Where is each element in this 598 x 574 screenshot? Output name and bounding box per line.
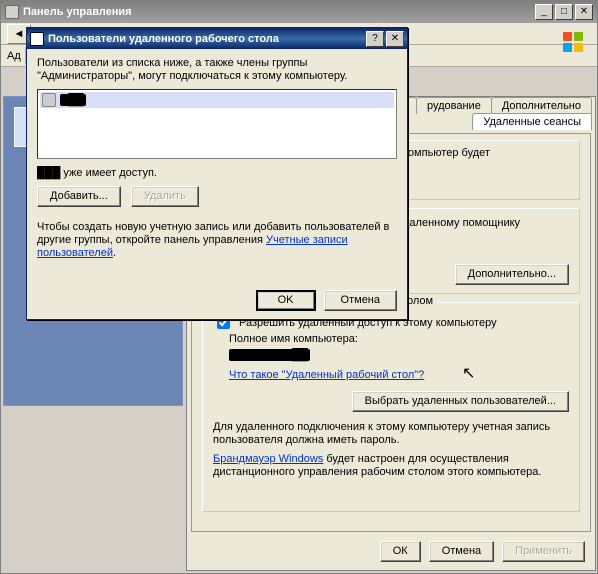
dialog-titlebar[interactable]: Пользователи удаленного рабочего стола ?… <box>27 28 407 49</box>
ok-button[interactable]: ОК <box>380 541 421 562</box>
dialog-body: Пользователи из списка ниже, а также чле… <box>27 49 407 319</box>
tab-advanced[interactable]: Дополнительно <box>491 97 592 114</box>
dialog-ok-button[interactable]: OK <box>256 290 316 311</box>
hint-text: Чтобы создать новую учетную запись или д… <box>37 221 397 260</box>
sysprop-button-row: ОК Отмена Применить <box>380 541 585 562</box>
dialog-button-row: OK Отмена <box>256 290 397 311</box>
address-label: Ад <box>7 50 21 62</box>
select-remote-users-button[interactable]: Выбрать удаленных пользователей... <box>352 391 569 412</box>
add-button[interactable]: Добавить... <box>37 186 121 207</box>
already-has-access: ███ уже имеет доступ. <box>37 167 397 180</box>
dialog-cancel-button[interactable]: Отмена <box>324 290 397 311</box>
whatis-link[interactable]: Что такое "Удаленный рабочий стол"? <box>229 369 424 381</box>
list-item[interactable]: g██ <box>40 92 394 108</box>
user-icon <box>42 93 56 107</box>
tab-hardware[interactable]: рудование <box>416 97 492 114</box>
dialog-description: Пользователи из списка ниже, а также чле… <box>37 57 397 83</box>
parent-title: Панель управления <box>23 6 533 18</box>
remove-button[interactable]: Удалить <box>131 186 199 207</box>
text-fragment: даленному помощнику <box>403 217 520 229</box>
note2: Брандмауэр Windows будет настроен для ос… <box>213 453 569 479</box>
users-listbox[interactable]: g██ <box>37 89 397 159</box>
minimize-button[interactable]: _ <box>535 4 553 20</box>
text-fragment: компьютер будет <box>403 147 490 159</box>
extra-button[interactable]: Дополнительно... <box>455 264 569 285</box>
titlebar-icon <box>5 5 19 19</box>
computer-name: gtk-3704505██ <box>229 349 310 361</box>
dialog-title: Пользователи удаленного рабочего стола <box>48 33 364 45</box>
list-item-label: g██ <box>60 94 86 106</box>
dialog-close-button[interactable]: ✕ <box>386 31 404 47</box>
hint-part-b: . <box>113 247 116 259</box>
remote-users-dialog: Пользователи удаленного рабочего стола ?… <box>26 27 408 320</box>
close-button[interactable]: ✕ <box>575 4 593 20</box>
firewall-link[interactable]: Брандмауэр Windows <box>213 453 323 465</box>
note1: Для удаленного подключения к этому компь… <box>213 421 569 447</box>
add-remove-row: Добавить... Удалить <box>37 186 397 207</box>
group-title-fragment: олом <box>403 295 437 307</box>
apply-button[interactable]: Применить <box>502 541 585 562</box>
tab-remote-sessions[interactable]: Удаленные сеансы <box>472 113 592 130</box>
group-remote-desktop: олом Разрешить удаленный доступ к этому … <box>202 302 580 512</box>
dialog-icon <box>30 32 44 46</box>
maximize-button[interactable]: □ <box>555 4 573 20</box>
parent-titlebar[interactable]: Панель управления _ □ ✕ <box>1 1 597 23</box>
windows-logo <box>553 29 593 55</box>
help-button[interactable]: ? <box>366 31 384 47</box>
fullname-label: Полное имя компьютера: <box>229 333 358 345</box>
cancel-button[interactable]: Отмена <box>429 541 494 562</box>
